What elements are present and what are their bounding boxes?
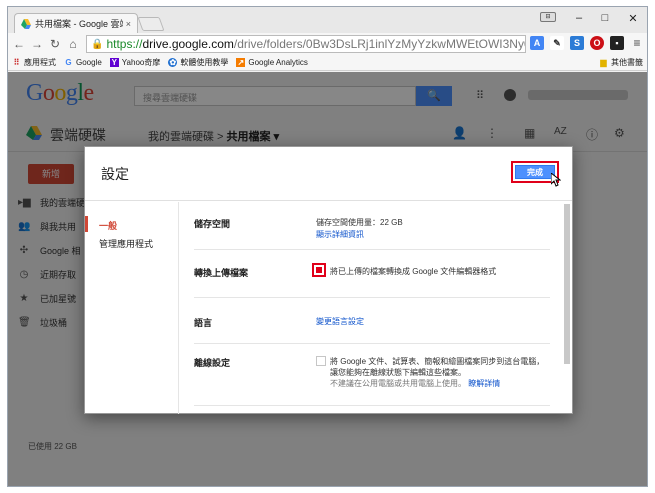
url-path: /drive/folders/0Bw3DsLRj1inlYzMyYzkwMWEt… (233, 37, 525, 51)
menu-icon[interactable]: ≡ (630, 36, 644, 50)
offline-label: 離線設定 (194, 358, 231, 368)
bookmark-analytics[interactable]: ↗ Google Analytics (236, 58, 308, 67)
offline-row: 離線設定 將 Google 文件、試算表、簡報和繪圖檔案同步到這台電腦， 讓您能… (194, 344, 550, 406)
dialog-header: 設定 完成 (85, 147, 572, 201)
translate-extension-icon[interactable]: A (530, 36, 544, 50)
convert-label: 轉換上傳檔案 (194, 268, 249, 278)
software-site-icon: ✿ (168, 58, 178, 67)
dialog-nav: 一般 管理應用程式 (85, 202, 179, 414)
learn-more-link[interactable]: 瞭解詳情 (468, 379, 500, 388)
settings-dialog: 設定 完成 一般 管理應用程式 儲存空間 儲存空間使用量：22 GB 顯示詳細資… (84, 146, 573, 414)
opera-extension-icon[interactable]: O (590, 36, 604, 50)
bookmark-extension-icon[interactable]: ✎ (550, 36, 564, 50)
forward-icon[interactable]: → (30, 37, 44, 51)
storage-label: 儲存空間 (194, 219, 231, 229)
title-bar: 共用檔案 - Google 雲端硬 × ⊟ – □ ✕ (8, 7, 647, 33)
home-icon[interactable]: ⌂ (66, 37, 80, 51)
browser-window: 共用檔案 - Google 雲端硬 × ⊟ – □ ✕ ← → ↻ ⌂ 🔒 ht… (7, 6, 648, 487)
storage-value: 儲存空間使用量：22 GB (316, 218, 403, 227)
scroll-thumb[interactable] (564, 204, 570, 364)
screenshot-extension-icon[interactable]: S (570, 36, 584, 50)
extension-icon[interactable]: ▪ (610, 36, 624, 50)
google-g-icon: G (65, 58, 72, 67)
back-icon[interactable]: ← (12, 37, 26, 51)
lock-icon: 🔒 (91, 38, 104, 50)
browser-toolbar: ← → ↻ ⌂ 🔒 https:// drive.google.com /dri… (8, 33, 647, 55)
bookmark-yahoo[interactable]: Y Yahoo奇摩 (109, 57, 160, 68)
bookmark-software[interactable]: ✿ 軟體使用教學 (168, 57, 228, 68)
mouse-cursor-icon (551, 173, 561, 187)
tab-manage-apps[interactable]: 管理應用程式 (99, 237, 153, 250)
analytics-icon: ↗ (236, 58, 246, 67)
bookmark-google[interactable]: G Google (64, 58, 101, 67)
done-button[interactable]: 完成 (515, 165, 555, 179)
new-tab-button[interactable] (137, 17, 165, 31)
tab-general[interactable]: 一般 (99, 219, 117, 232)
close-window-button[interactable]: ✕ (618, 9, 647, 27)
show-details-link[interactable]: 顯示詳細資訊 (316, 229, 364, 240)
tab-close-icon[interactable]: × (126, 19, 131, 29)
url-host: drive.google.com (142, 37, 234, 51)
offline-warning: 不建議在公用電腦或共用電腦上使用。 瞭解詳情 (330, 379, 501, 388)
drive-favicon-icon (21, 18, 31, 29)
offline-checkbox[interactable] (316, 356, 326, 366)
dialog-scrollbar[interactable] (564, 204, 570, 412)
yahoo-icon: Y (109, 58, 119, 67)
url-scheme: https:// (106, 37, 143, 51)
convert-uploads-row: 轉換上傳檔案 將已上傳的檔案轉換成 Google 文件編輯器格式 (194, 250, 550, 298)
checkbox-highlight-mark (316, 267, 322, 273)
offline-line2: 讓您能夠在離線狀態下編輯這些檔案。 (330, 368, 466, 377)
folder-icon: ▆ (600, 58, 607, 67)
reload-icon[interactable]: ↻ (48, 37, 62, 51)
tab-title: 共用檔案 - Google 雲端硬 (35, 19, 123, 29)
language-row: 語言 變更語言設定 (194, 298, 550, 344)
profile-icon[interactable]: ⊟ (540, 12, 556, 22)
other-bookmarks[interactable]: ▆ 其他書籤 (599, 57, 643, 68)
active-nav-indicator (85, 216, 88, 232)
dialog-title: 設定 (101, 166, 129, 182)
convert-checkbox[interactable] (312, 263, 326, 277)
browser-tab[interactable]: 共用檔案 - Google 雲端硬 × (14, 13, 138, 33)
offline-line1: 將 Google 文件、試算表、簡報和繪圖檔案同步到這台電腦， (330, 357, 545, 366)
dialog-body: 儲存空間 儲存空間使用量：22 GB 顯示詳細資訊 轉換上傳檔案 將已上傳的檔案… (180, 202, 562, 414)
address-bar[interactable]: 🔒 https:// drive.google.com /drive/folde… (86, 35, 526, 53)
change-language-link[interactable]: 變更語言設定 (316, 316, 364, 327)
language-label: 語言 (194, 318, 213, 328)
bookmarks-bar: ⠿ 應用程式 G Google Y Yahoo奇摩 ✿ 軟體使用教學 ↗ Google A… (8, 55, 647, 71)
bookmark-apps[interactable]: ⠿ 應用程式 (12, 57, 56, 68)
storage-row: 儲存空間 儲存空間使用量：22 GB 顯示詳細資訊 (194, 202, 550, 250)
maximize-button[interactable]: □ (590, 9, 620, 27)
apps-grid-icon: ⠿ (13, 58, 20, 67)
convert-description: 將已上傳的檔案轉換成 Google 文件編輯器格式 (330, 267, 497, 276)
